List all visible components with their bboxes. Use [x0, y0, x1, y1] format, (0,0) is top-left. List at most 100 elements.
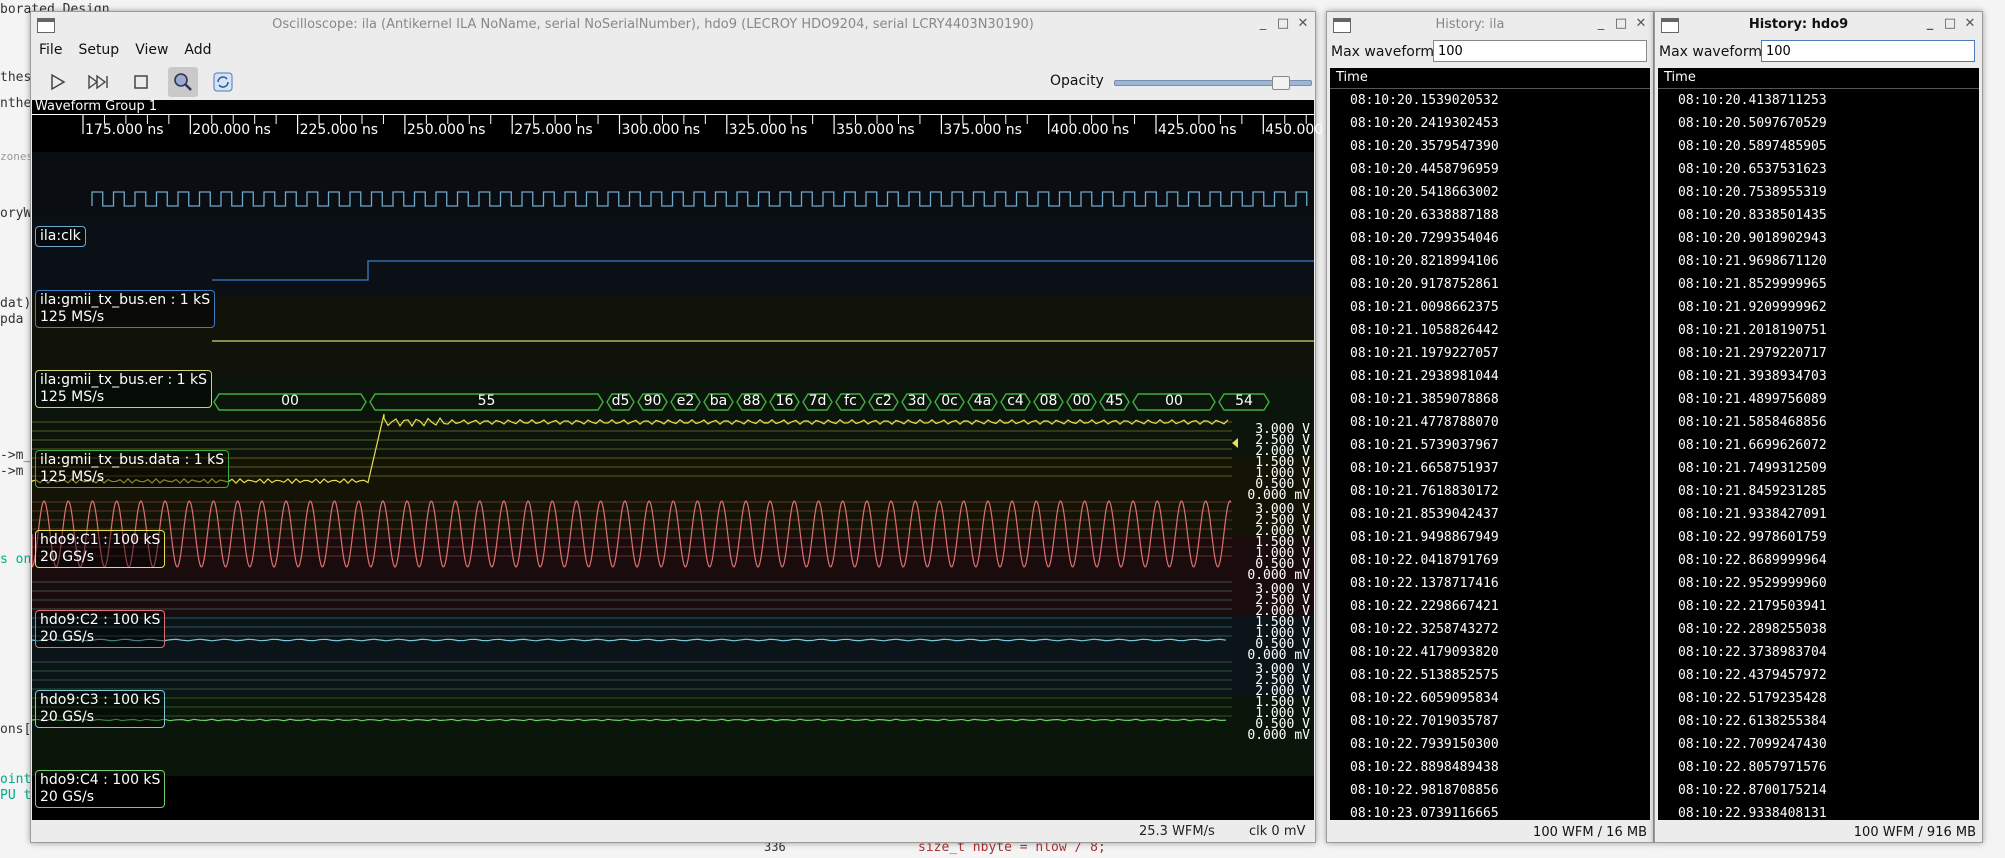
history-row[interactable]: 08:10:22.4379457972: [1658, 664, 1979, 687]
minimize-icon[interactable]: _: [1255, 16, 1271, 32]
history-row[interactable]: 08:10:22.5179235428: [1658, 687, 1979, 710]
waveform-area[interactable]: Waveform Group 1 175.000 ns 200.000 ns 225…: [32, 99, 1344, 820]
history-row[interactable]: 08:10:21.9498867949: [1330, 526, 1650, 549]
close-icon[interactable]: ✕: [1633, 16, 1649, 32]
history-row[interactable]: 08:10:22.9529999960: [1658, 572, 1979, 595]
history-row[interactable]: 08:10:20.5897485905: [1658, 135, 1979, 158]
history-row[interactable]: 08:10:22.3258743272: [1330, 618, 1650, 641]
signal-label-tx-er[interactable]: ila:gmii_tx_bus.er : 1 kS 125 MS/s: [35, 370, 212, 408]
history-row[interactable]: 08:10:22.5138852575: [1330, 664, 1650, 687]
history-row[interactable]: 08:10:21.6658751937: [1330, 457, 1650, 480]
history-row[interactable]: 08:10:22.7099247430: [1658, 733, 1979, 756]
scope-titlebar[interactable]: Oscilloscope: ila (Antikernel ILA NoName…: [31, 12, 1315, 38]
history-row[interactable]: 08:10:22.8057971576: [1658, 756, 1979, 779]
history-hdo9-list[interactable]: Time 08:10:20.4138711253 08:10:20.5097670…: [1658, 68, 1979, 820]
run-button[interactable]: [42, 67, 72, 97]
history-row[interactable]: 08:10:22.0418791769: [1330, 549, 1650, 572]
history-row[interactable]: 08:10:21.2938981044: [1330, 365, 1650, 388]
signal-label-c2[interactable]: hdo9:C2 : 100 kS 20 GS/s: [35, 610, 166, 648]
history-row[interactable]: 08:10:21.4778788070: [1330, 411, 1650, 434]
history-row[interactable]: 08:10:20.7538955319: [1658, 181, 1979, 204]
history-row[interactable]: 08:10:22.1378717416: [1330, 572, 1650, 595]
history-row[interactable]: 08:10:22.9338408131: [1658, 802, 1979, 820]
history-row[interactable]: 08:10:20.2419302453: [1330, 112, 1650, 135]
maximize-icon[interactable]: □: [1942, 16, 1958, 32]
signal-label-c4[interactable]: hdo9:C4 : 100 kS 20 GS/s: [35, 770, 166, 808]
history-row[interactable]: 08:10:22.9818708856: [1330, 779, 1650, 802]
max-waveforms-input[interactable]: [1761, 40, 1975, 62]
signal-label-c1[interactable]: hdo9:C1 : 100 kS 20 GS/s: [35, 530, 166, 568]
history-row[interactable]: 08:10:20.6338887188: [1330, 204, 1650, 227]
history-row[interactable]: 08:10:22.6059095834: [1330, 687, 1650, 710]
history-row[interactable]: 08:10:21.8459231285: [1658, 480, 1979, 503]
history-row[interactable]: 08:10:21.9338427091: [1658, 503, 1979, 526]
minimize-icon[interactable]: _: [1593, 16, 1609, 32]
column-header-time[interactable]: Time: [1658, 68, 1979, 89]
history-row[interactable]: 08:10:22.2298667421: [1330, 595, 1650, 618]
column-header-time[interactable]: Time: [1330, 68, 1650, 89]
history-row[interactable]: 08:10:21.6699626072: [1658, 434, 1979, 457]
history-row[interactable]: 08:10:21.9209999962: [1658, 296, 1979, 319]
history-row[interactable]: 08:10:22.2179503941: [1658, 595, 1979, 618]
max-waveforms-input[interactable]: [1433, 40, 1647, 62]
history-row[interactable]: 08:10:22.8689999964: [1658, 549, 1979, 572]
single-step-button[interactable]: [84, 67, 114, 97]
signal-label-tx-en[interactable]: ila:gmii_tx_bus.en : 1 kS 125 MS/s: [35, 290, 216, 328]
history-row[interactable]: 08:10:21.2979220717: [1658, 342, 1979, 365]
menu-setup[interactable]: Setup: [70, 38, 127, 58]
opacity-slider-thumb[interactable]: [1271, 76, 1290, 90]
history-row[interactable]: 08:10:21.0098662375: [1330, 296, 1650, 319]
history-ila-titlebar[interactable]: History: ila _ □ ✕: [1327, 12, 1653, 38]
menu-view[interactable]: View: [127, 38, 176, 58]
history-row[interactable]: 08:10:22.4179093820: [1330, 641, 1650, 664]
history-row[interactable]: 08:10:21.4899756089: [1658, 388, 1979, 411]
history-row[interactable]: 08:10:20.8218994106: [1330, 250, 1650, 273]
history-row[interactable]: 08:10:20.9018902943: [1658, 227, 1979, 250]
zoom-button[interactable]: [168, 67, 198, 97]
history-row[interactable]: 08:10:21.5739037967: [1330, 434, 1650, 457]
history-row[interactable]: 08:10:22.7019035787: [1330, 710, 1650, 733]
close-icon[interactable]: ✕: [1962, 16, 1978, 32]
signal-label-c3[interactable]: hdo9:C3 : 100 kS 20 GS/s: [35, 690, 166, 728]
history-row[interactable]: 08:10:22.8898489438: [1330, 756, 1650, 779]
menu-add[interactable]: Add: [176, 38, 219, 58]
signal-label-tx-data[interactable]: ila:gmii_tx_bus.data : 1 kS 125 MS/s: [35, 450, 230, 488]
history-row[interactable]: 08:10:22.9978601759: [1658, 526, 1979, 549]
minimize-icon[interactable]: _: [1922, 16, 1938, 32]
history-row[interactable]: 08:10:21.7499312509: [1658, 457, 1979, 480]
history-row[interactable]: 08:10:21.3938934703: [1658, 365, 1979, 388]
history-ila-list[interactable]: Time 08:10:20.1539020532 08:10:20.2419302…: [1330, 68, 1650, 820]
history-row[interactable]: 08:10:21.9698671120: [1658, 250, 1979, 273]
stop-button[interactable]: [126, 67, 156, 97]
signal-label-clk[interactable]: ila:clk: [35, 226, 86, 247]
history-row[interactable]: 08:10:20.5097670529: [1658, 112, 1979, 135]
refresh-button[interactable]: [208, 67, 238, 97]
opacity-slider[interactable]: [1114, 76, 1312, 90]
history-row[interactable]: 08:10:22.2898255038: [1658, 618, 1979, 641]
history-row[interactable]: 08:10:21.5858468856: [1658, 411, 1979, 434]
history-row[interactable]: 08:10:21.7618830172: [1330, 480, 1650, 503]
maximize-icon[interactable]: □: [1613, 16, 1629, 32]
history-row[interactable]: 08:10:22.6138255384: [1658, 710, 1979, 733]
maximize-icon[interactable]: □: [1275, 16, 1291, 32]
history-row[interactable]: 08:10:20.7299354046: [1330, 227, 1650, 250]
history-row[interactable]: 08:10:20.3579547390: [1330, 135, 1650, 158]
history-row[interactable]: 08:10:22.8700175214: [1658, 779, 1979, 802]
history-row[interactable]: 08:10:20.4138711253: [1658, 89, 1979, 112]
close-icon[interactable]: ✕: [1295, 16, 1311, 32]
history-row[interactable]: 08:10:20.4458796959: [1330, 158, 1650, 181]
history-row[interactable]: 08:10:20.5418663002: [1330, 181, 1650, 204]
history-row[interactable]: 08:10:22.7939150300: [1330, 733, 1650, 756]
history-row[interactable]: 08:10:21.3859078868: [1330, 388, 1650, 411]
history-row[interactable]: 08:10:21.1058826442: [1330, 319, 1650, 342]
history-hdo9-titlebar[interactable]: History: hdo9 _ □ ✕: [1655, 12, 1982, 38]
history-row[interactable]: 08:10:21.8539042437: [1330, 503, 1650, 526]
history-row[interactable]: 08:10:20.6537531623: [1658, 158, 1979, 181]
history-row[interactable]: 08:10:22.3738983704: [1658, 641, 1979, 664]
history-row[interactable]: 08:10:21.2018190751: [1658, 319, 1979, 342]
menu-file[interactable]: File: [31, 38, 70, 58]
history-row[interactable]: 08:10:23.0739116665: [1330, 802, 1650, 820]
history-row[interactable]: 08:10:21.1979227057: [1330, 342, 1650, 365]
history-row[interactable]: 08:10:20.1539020532: [1330, 89, 1650, 112]
history-row[interactable]: 08:10:20.8338501435: [1658, 204, 1979, 227]
